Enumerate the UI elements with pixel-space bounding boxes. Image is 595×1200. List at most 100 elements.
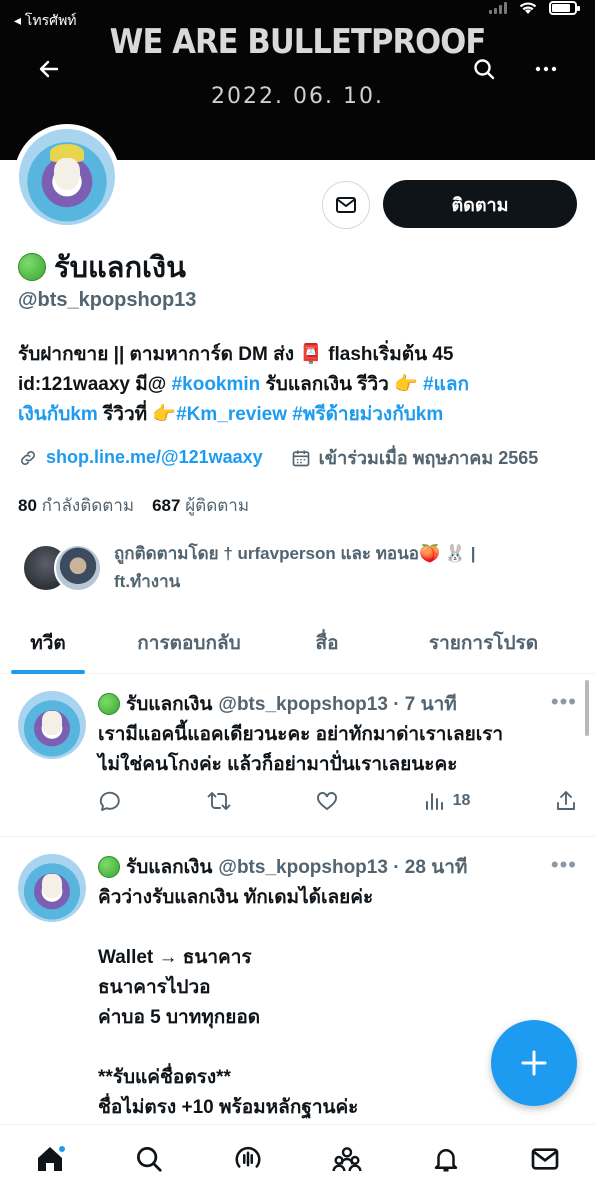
profile-avatar[interactable] (14, 124, 120, 230)
compose-button[interactable] (491, 1020, 577, 1106)
back-button[interactable] (31, 51, 67, 87)
tweet-more-icon[interactable]: ••• (551, 852, 577, 878)
tweet-header: รับแลกเงิน @bts_kpopshop13 · 7 นาที (98, 689, 457, 719)
status-indicators (489, 0, 580, 16)
nav-notifications[interactable] (421, 1134, 471, 1184)
tweet-author[interactable]: รับแลกเงิน (98, 852, 212, 882)
profile-tabs: ทวีต การตอบกลับ สื่อ รายการโปรด (0, 612, 595, 674)
bio-text: รับแลกเงิน รีวิว 👉 (260, 374, 424, 395)
tweet-text: เรามีแอคนี้แอคเดียวนะคะ อย่าทักมาด่าเราเ… (98, 724, 504, 775)
signal-icon (489, 2, 507, 14)
avatar-image (19, 129, 115, 225)
green-circle-emoji (98, 856, 120, 878)
follow-button[interactable]: ติดตาม (383, 180, 577, 228)
heart-icon (317, 792, 338, 811)
tweet-more-icon[interactable]: ••• (551, 689, 577, 715)
profile-link[interactable]: shop.line.me/@121waaxy (46, 447, 263, 468)
nav-explore[interactable] (124, 1134, 174, 1184)
scrollbar[interactable] (585, 680, 589, 736)
followed-mid: และ (335, 544, 376, 563)
share-icon (557, 791, 575, 810)
hashtag-link[interactable]: #แลก (423, 374, 469, 395)
followed-user: ทอนอ (375, 544, 419, 563)
display-name: รับแลกเงิน (18, 244, 186, 290)
banner-date: 2022. 06. 10. (211, 84, 384, 109)
display-name-text: รับแลกเงิน (54, 252, 186, 284)
battery-icon (549, 1, 580, 15)
nav-home[interactable] (25, 1134, 75, 1184)
tweet-actions: 18 (98, 789, 578, 813)
arrow-left-icon (39, 60, 59, 78)
following-count-link[interactable]: 80 กำลังติดตาม (18, 492, 134, 519)
tab-replies[interactable]: การตอบกลับ (96, 612, 282, 674)
followed-by-section[interactable]: ถูกติดตามโดย † urfavperson และ ทอนอ🍑 🐰 |… (22, 540, 582, 600)
follow-counts: 80 กำลังติดตาม 687 ผู้ติดตาม (18, 492, 249, 519)
mail-icon (336, 197, 356, 213)
bio-text: รีวิวที่ 👉 (97, 404, 177, 425)
followed-user: † urfavperson (223, 544, 336, 563)
retweet-button[interactable] (206, 789, 232, 813)
search-button[interactable] (466, 51, 502, 87)
green-circle-emoji (18, 253, 46, 281)
reply-icon (99, 791, 120, 811)
link-icon (21, 450, 35, 465)
message-button[interactable] (322, 181, 370, 229)
calendar-icon (292, 450, 309, 466)
reply-button[interactable] (98, 789, 122, 813)
follower-avatar (54, 544, 102, 592)
tweet-avatar[interactable] (18, 691, 86, 759)
bio-text: id:121waaxy มี@ (18, 374, 172, 395)
nav-messages[interactable] (520, 1134, 570, 1184)
followed-prefix: ถูกติดตามโดย (114, 544, 224, 563)
tab-likes[interactable]: รายการโปรด (372, 612, 595, 674)
views-count: 18 (452, 792, 471, 809)
more-icon (535, 66, 557, 72)
profile-handle: @bts_kpopshop13 (18, 289, 197, 311)
mail-icon (532, 1147, 559, 1170)
following-count: 80 (18, 496, 37, 515)
bottom-nav (0, 1124, 595, 1200)
tweet-header: รับแลกเงิน @bts_kpopshop13 · 28 นาที (98, 852, 467, 882)
followers-label: ผู้ติดตาม (185, 496, 250, 515)
retweet-icon (207, 792, 230, 810)
followers-count-link[interactable]: 687 ผู้ติดตาม (152, 492, 249, 519)
followed-suffix: 🍑 🐰 | (418, 544, 476, 563)
joined-date: เข้าร่วมเมื่อ พฤษภาคม 2565 (318, 448, 539, 468)
tab-tweets[interactable]: ทวีต (0, 612, 96, 674)
unread-dot (56, 1143, 67, 1154)
following-label: กำลังติดตาม (41, 496, 135, 515)
tweet-author-name: รับแลกเงิน (126, 694, 213, 715)
hashtag-link[interactable]: เงินกับkm (18, 404, 98, 425)
bio-line1: รับฝากขาย || ตามหาการ์ด DM ส่ง 📮 flashเร… (18, 344, 454, 365)
like-button[interactable] (315, 789, 339, 813)
green-circle-emoji (98, 693, 120, 715)
nav-communities[interactable] (322, 1134, 372, 1184)
wifi-icon (519, 2, 537, 14)
plus-icon (521, 1050, 547, 1076)
hashtag-link[interactable]: #พรีด้ายม่วงกับkm (292, 404, 443, 425)
tweet-author[interactable]: รับแลกเงิน (98, 689, 212, 719)
tweet-handle-time: @bts_kpopshop13 · 28 นาที (218, 857, 468, 878)
profile-bio: รับฝากขาย || ตามหาการ์ด DM ส่ง 📮 flashเร… (18, 340, 578, 430)
tab-media[interactable]: สื่อ (282, 612, 372, 674)
share-button[interactable] (554, 789, 578, 813)
followed-by-text: ถูกติดตามโดย † urfavperson และ ทอนอ🍑 🐰 |… (114, 540, 574, 596)
tweet-author-name: รับแลกเงิน (126, 857, 213, 878)
followed-line2: ft.ทำงาน (114, 572, 181, 591)
tweet-handle-time: @bts_kpopshop13 · 7 นาที (218, 694, 457, 715)
views-button[interactable]: 18 (423, 789, 471, 813)
search-icon (474, 59, 495, 80)
tweet-avatar[interactable] (18, 854, 86, 922)
hashtag-link[interactable]: #Km_review (176, 404, 287, 425)
more-button[interactable] (528, 51, 564, 87)
views-icon (425, 793, 443, 810)
hashtag-link[interactable]: #kookmin (172, 374, 261, 395)
nav-spaces[interactable] (223, 1134, 273, 1184)
tweet[interactable]: รับแลกเงิน @bts_kpopshop13 · 7 นาที ••• … (0, 675, 595, 837)
followers-count: 687 (152, 496, 181, 515)
search-icon (136, 1146, 162, 1172)
bell-icon (434, 1148, 458, 1171)
profile-meta: shop.line.me/@121waaxy เข้าร่วมเมื่อ พฤษ… (18, 443, 583, 472)
spaces-icon (235, 1146, 261, 1168)
communities-icon (332, 1146, 362, 1171)
